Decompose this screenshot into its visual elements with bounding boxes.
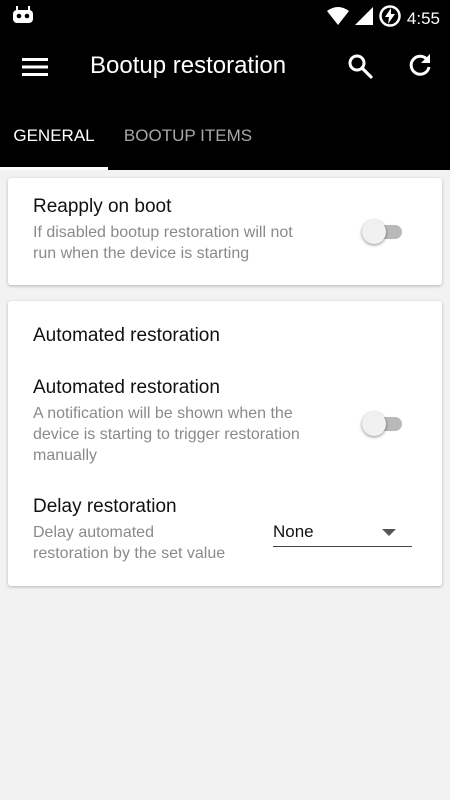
- reapply-on-boot-title: Reapply on boot: [33, 196, 172, 217]
- automated-restoration-switch[interactable]: [362, 409, 406, 437]
- delay-restoration-title: Delay restoration: [33, 496, 177, 517]
- tab-indicator: [0, 167, 108, 170]
- page-title: Bootup restoration: [90, 52, 287, 79]
- reapply-on-boot-summary-line2: run when the device is starting: [33, 245, 250, 262]
- battery-charging-icon: [379, 5, 401, 32]
- delay-restoration-summary-line1: Delay automated: [33, 524, 154, 541]
- automated-restoration-card: Automated restoration Automated restorat…: [8, 301, 442, 586]
- reapply-on-boot-card: Reapply on boot If disabled bootup resto…: [8, 178, 442, 285]
- automated-restoration-summary-line3: manually: [33, 447, 98, 464]
- automated-restoration-section-title: Automated restoration: [33, 325, 220, 346]
- cell-signal-icon: [354, 7, 373, 30]
- delay-restoration-summary-line2: restoration by the set value: [33, 545, 226, 562]
- reapply-on-boot-summary-line1: If disabled bootup restoration will not: [33, 224, 293, 241]
- reapply-on-boot-switch[interactable]: [362, 217, 406, 245]
- status-time: 4:55: [406, 8, 440, 28]
- refresh-icon[interactable]: [406, 52, 434, 85]
- switch-thumb: [362, 220, 386, 244]
- tab-bootup-items[interactable]: BOOTUP ITEMS: [108, 102, 268, 170]
- tab-bar: GENERAL BOOTUP ITEMS: [0, 102, 450, 170]
- delay-restoration-value: None: [273, 522, 314, 541]
- app-bar: Bootup restoration: [0, 32, 450, 102]
- automated-restoration-title: Automated restoration: [33, 377, 220, 398]
- automated-restoration-summary-line2: device is starting to trigger restoratio…: [33, 426, 300, 443]
- menu-icon[interactable]: [22, 54, 48, 80]
- delay-restoration-dropdown[interactable]: None: [273, 509, 412, 547]
- tab-general[interactable]: GENERAL: [0, 102, 108, 170]
- notification-robot-icon: [12, 6, 34, 29]
- dropdown-arrow-icon: [382, 529, 396, 536]
- status-bar: 4:55: [0, 0, 450, 32]
- search-icon[interactable]: [346, 52, 374, 85]
- switch-thumb: [362, 412, 386, 436]
- automated-restoration-summary-line1: A notification will be shown when the: [33, 405, 293, 422]
- wifi-icon: [326, 7, 349, 30]
